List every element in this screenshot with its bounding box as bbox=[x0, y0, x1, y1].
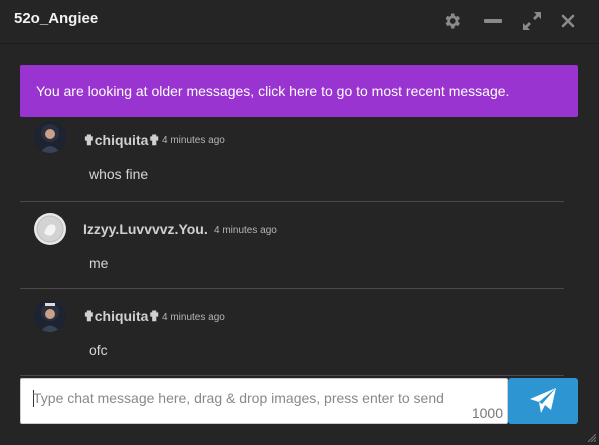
chat-message-input[interactable]: Type chat message here, drag & drop imag… bbox=[20, 378, 508, 424]
message-text: me bbox=[89, 255, 109, 271]
older-messages-banner[interactable]: You are looking at older messages, click… bbox=[20, 65, 578, 117]
message-text: whos fine bbox=[89, 166, 149, 182]
message-timestamp: 4 minutes ago bbox=[162, 312, 225, 323]
message-timestamp: 4 minutes ago bbox=[162, 135, 225, 146]
resize-grip-icon[interactable] bbox=[588, 434, 596, 442]
character-counter: 1000 bbox=[471, 405, 503, 421]
window-titlebar: 52o_Angiee bbox=[0, 0, 599, 44]
message-username[interactable]: Izzyy.Luvvvvz.You. bbox=[83, 221, 208, 237]
avatar[interactable] bbox=[34, 121, 66, 153]
message-item: Izzyy.Luvvvvz.You. 4 minutes ago me bbox=[20, 202, 564, 289]
paper-plane-icon bbox=[530, 388, 556, 413]
message-item: ✟chiquita✟ 4 minutes ago whos fine bbox=[20, 117, 564, 202]
message-text: ofc bbox=[89, 342, 108, 358]
send-button[interactable] bbox=[508, 378, 578, 424]
expand-icon[interactable] bbox=[521, 10, 543, 32]
avatar[interactable] bbox=[34, 213, 66, 245]
message-username[interactable]: ✟chiquita✟ bbox=[83, 132, 160, 149]
chat-input-placeholder: Type chat message here, drag & drop imag… bbox=[33, 390, 444, 406]
older-messages-banner-text: You are looking at older messages, click… bbox=[36, 83, 510, 99]
avatar[interactable] bbox=[34, 300, 66, 332]
minimize-icon[interactable] bbox=[482, 10, 504, 32]
message-list[interactable]: ✟chiquita✟ 4 minutes ago whos fine Izzyy… bbox=[20, 117, 564, 377]
message-username[interactable]: ✟chiquita✟ bbox=[83, 308, 160, 325]
message-timestamp: 4 minutes ago bbox=[214, 225, 277, 236]
window-title: 52o_Angiee bbox=[14, 10, 99, 27]
close-icon[interactable] bbox=[557, 10, 579, 32]
gear-icon[interactable] bbox=[441, 10, 463, 32]
message-item: ✟chiquita✟ 4 minutes ago ofc bbox=[20, 289, 564, 376]
